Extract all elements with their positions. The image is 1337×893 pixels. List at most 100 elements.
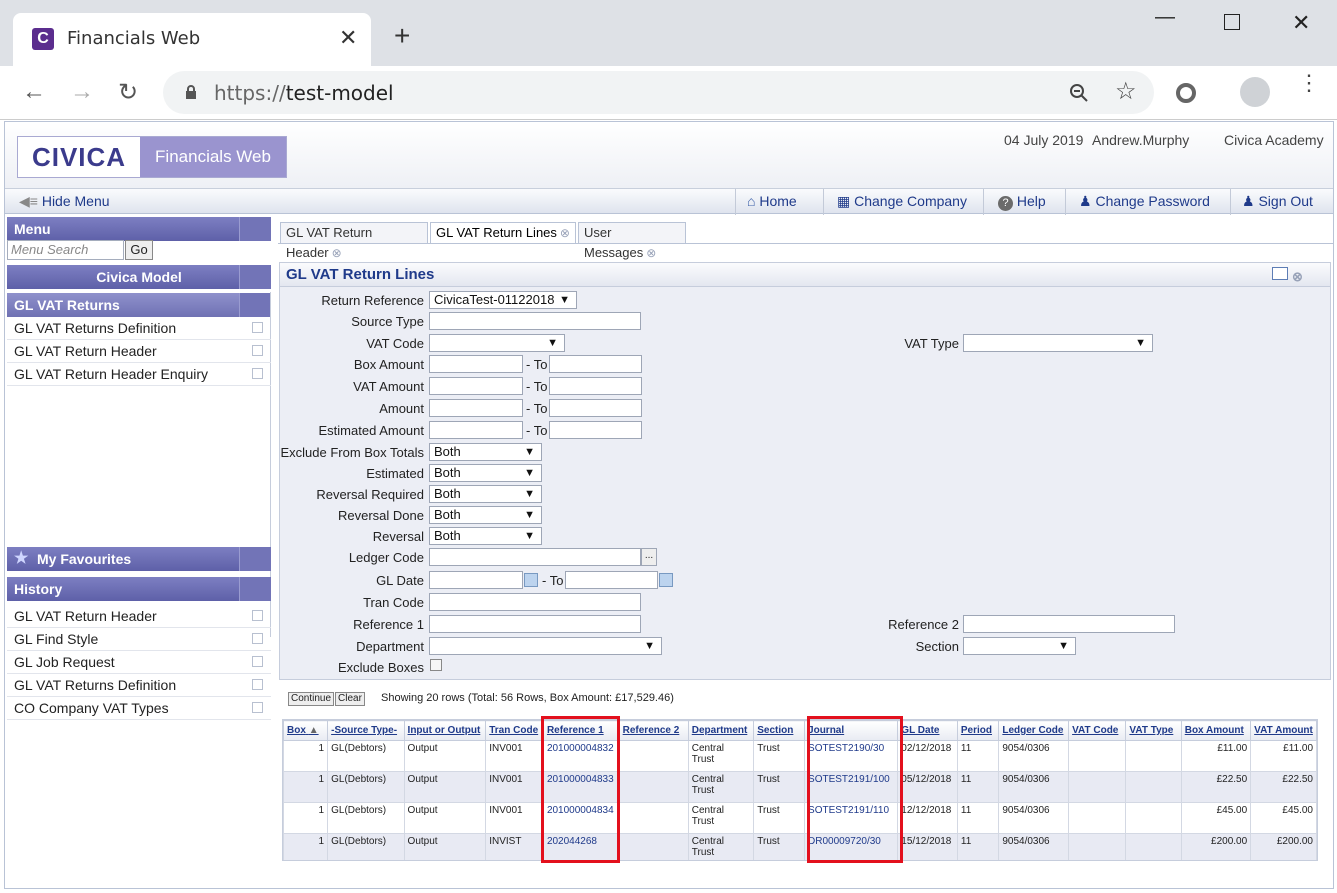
tab-close-icon[interactable]: ⊗: [560, 226, 570, 240]
tran-code-input[interactable]: [429, 593, 641, 611]
estimated-amount-to-input[interactable]: [549, 421, 642, 439]
column-header-vat-amount[interactable]: VAT Amount: [1250, 720, 1317, 741]
amount-to-input[interactable]: [549, 399, 642, 417]
amount-from-input[interactable]: [429, 399, 523, 417]
exclude-boxes-checkbox[interactable]: [430, 659, 442, 671]
home-button[interactable]: ⌂ Home: [747, 193, 797, 209]
panel-toggle-icon[interactable]: [239, 265, 271, 289]
open-link-icon: [252, 322, 263, 333]
browser-tab[interactable]: C Financials Web ✕: [13, 13, 371, 66]
vat-amount-to-input[interactable]: [549, 377, 642, 395]
ledger-code-input[interactable]: [429, 548, 641, 566]
minimize-icon[interactable]: —: [1155, 6, 1175, 29]
column-header-vat-code[interactable]: VAT Code: [1068, 720, 1127, 741]
tab-close-icon[interactable]: ⊗: [332, 246, 342, 260]
current-date: 04 July 2019: [1004, 132, 1084, 148]
sidebar-item-vat-return-header-enquiry[interactable]: GL VAT Return Header Enquiry: [7, 363, 271, 386]
column-header-input-output[interactable]: Input or Output: [403, 720, 487, 741]
column-header-reference2[interactable]: Reference 2: [618, 720, 689, 741]
section-select[interactable]: ▼: [963, 637, 1076, 655]
column-header-box-amount[interactable]: Box Amount: [1180, 720, 1252, 741]
return-reference-select[interactable]: CivicaTest-01122018 ▼: [429, 291, 577, 309]
gl-date-to-input[interactable]: [565, 571, 658, 589]
vat-code-select[interactable]: ▼: [429, 334, 565, 352]
vat-type-select[interactable]: ▼: [963, 334, 1153, 352]
hide-menu-button[interactable]: ◀≡ Hide Menu: [19, 193, 110, 210]
tab-close-icon[interactable]: ✕: [339, 25, 357, 51]
continue-button[interactable]: Continue: [288, 692, 335, 706]
tab-gl-vat-return-header[interactable]: GL VAT Return Header ⊗: [280, 222, 428, 260]
tab-user-messages[interactable]: User Messages ⊗: [578, 222, 686, 260]
history-item[interactable]: GL Find Style: [7, 628, 271, 651]
table-cell-gldate: 12/12/2018: [897, 802, 958, 834]
ledger-lookup-button[interactable]: ...: [641, 548, 657, 566]
column-header-gl-date[interactable]: GL Date: [897, 720, 958, 741]
column-header-period[interactable]: Period: [956, 720, 1000, 741]
reload-icon[interactable]: ↻: [118, 78, 138, 107]
reversal-done-select[interactable]: Both ▼: [429, 506, 542, 524]
table-cell-box: 1: [283, 802, 329, 834]
table-row[interactable]: 1 GL(Debtors) Output INV001 201000004833 Cent…: [283, 771, 1317, 803]
calendar-icon[interactable]: [524, 573, 538, 587]
column-header-tran-code[interactable]: Tran Code: [485, 720, 544, 741]
table-row[interactable]: 1 GL(Debtors) Output INV001 201000004834 Cent…: [283, 802, 1317, 834]
go-button[interactable]: Go: [125, 240, 153, 260]
bookmark-star-icon[interactable]: ☆: [1115, 77, 1137, 106]
source-type-input[interactable]: [429, 312, 641, 330]
help-button[interactable]: ? Help: [998, 193, 1046, 211]
column-header-section[interactable]: Section: [753, 720, 806, 741]
back-icon[interactable]: ←: [22, 78, 46, 106]
clear-button[interactable]: Clear: [335, 692, 365, 706]
sidebar-item-vat-return-header[interactable]: GL VAT Return Header: [7, 340, 271, 363]
new-tab-button[interactable]: +: [394, 22, 410, 50]
reversal-required-select[interactable]: Both ▼: [429, 485, 542, 503]
estimated-select[interactable]: Both ▼: [429, 464, 542, 482]
close-panel-icon[interactable]: ⊗: [1292, 265, 1303, 288]
table-row[interactable]: 1 GL(Debtors) Output INVIST 202044268 Central…: [283, 833, 1317, 860]
tab-gl-vat-return-lines[interactable]: GL VAT Return Lines ⊗: [430, 222, 576, 244]
column-header-box[interactable]: Box ▲: [283, 720, 329, 741]
url-input[interactable]: https://test-model ☆: [163, 71, 1154, 114]
history-item[interactable]: GL Job Request: [7, 651, 271, 674]
maximize-icon[interactable]: [1224, 14, 1240, 30]
chevron-down-icon: ▼: [1058, 640, 1069, 652]
reference2-input[interactable]: [963, 615, 1175, 633]
column-header-vat-type[interactable]: VAT Type: [1125, 720, 1182, 741]
table-row[interactable]: 1 GL(Debtors) Output INV001 201000004832 Cent…: [283, 740, 1317, 772]
sidebar-item-vat-returns-definition[interactable]: GL VAT Returns Definition: [7, 317, 271, 340]
department-select[interactable]: ▼: [429, 637, 662, 655]
panel-toggle-icon[interactable]: [239, 577, 271, 601]
tab-close-icon[interactable]: ⊗: [646, 246, 656, 260]
reference1-input[interactable]: [429, 615, 641, 633]
column-header-department[interactable]: Department: [687, 720, 755, 741]
extension-icon[interactable]: [1176, 83, 1196, 103]
table-cell-boxamt: £22.50: [1180, 771, 1252, 803]
change-password-button[interactable]: ♟ Change Password: [1079, 193, 1210, 210]
zoom-out-icon[interactable]: [1069, 83, 1089, 103]
forward-icon[interactable]: →: [70, 78, 94, 106]
sign-out-icon: ♟: [1242, 193, 1255, 209]
column-header-source-type[interactable]: -Source Type-: [327, 720, 405, 741]
menu-search-input[interactable]: Menu Search: [7, 240, 124, 260]
my-favourites-header[interactable]: ★ My Favourites: [7, 547, 271, 571]
panel-toggle-icon[interactable]: [239, 547, 271, 571]
history-item[interactable]: GL VAT Return Header: [7, 605, 271, 628]
box-amount-to-input[interactable]: [549, 355, 642, 373]
vat-amount-from-input[interactable]: [429, 377, 523, 395]
history-item[interactable]: GL VAT Returns Definition: [7, 674, 271, 697]
history-item[interactable]: CO Company VAT Types: [7, 697, 271, 720]
browser-menu-icon[interactable]: ⋮: [1298, 72, 1320, 94]
reversal-select[interactable]: Both ▼: [429, 527, 542, 545]
column-header-ledger-code[interactable]: Ledger Code: [998, 720, 1070, 741]
estimated-amount-from-input[interactable]: [429, 421, 523, 439]
window-close-icon[interactable]: ✕: [1292, 10, 1310, 36]
gl-date-from-input[interactable]: [429, 571, 523, 589]
sign-out-button[interactable]: ♟ Sign Out: [1242, 193, 1313, 210]
exclude-box-totals-select[interactable]: Both ▼: [429, 443, 542, 461]
profile-avatar[interactable]: [1240, 77, 1270, 107]
box-amount-from-input[interactable]: [429, 355, 523, 373]
change-company-button[interactable]: ▦ Change Company: [837, 193, 967, 210]
calendar-icon[interactable]: [659, 573, 673, 587]
new-window-icon[interactable]: [1272, 267, 1288, 280]
panel-toggle-icon[interactable]: [239, 217, 271, 241]
